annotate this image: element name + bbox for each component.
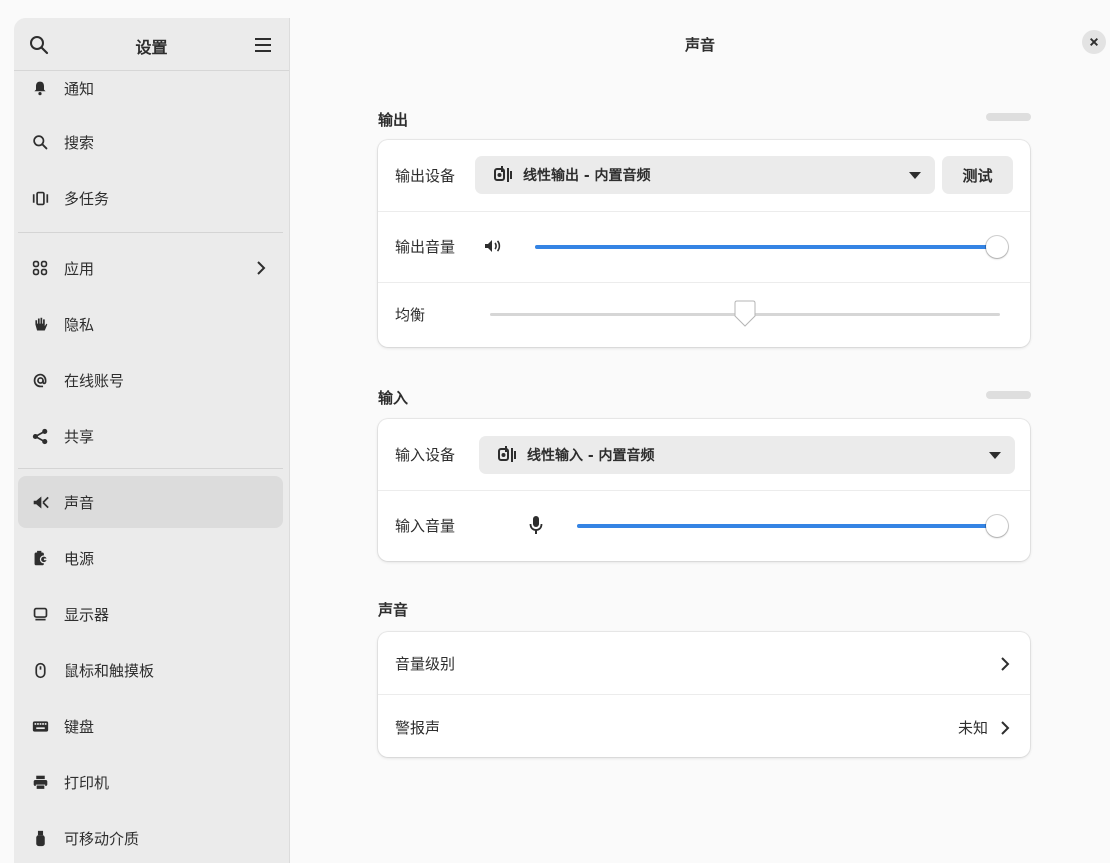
- volume-levels-row[interactable]: 音量级别: [378, 632, 1030, 694]
- chevron-right-icon: [257, 261, 266, 275]
- volume-levels-label: 音量级别: [395, 655, 456, 673]
- hand-icon: [30, 314, 50, 334]
- sidebar-item-displays[interactable]: 显示器: [18, 588, 283, 640]
- sidebar-item-label: 打印机: [64, 773, 110, 792]
- sidebar-item-privacy[interactable]: 隐私: [18, 298, 283, 350]
- output-device-label: 输出设备: [395, 167, 456, 185]
- input-section-title: 输入: [378, 389, 409, 407]
- sidebar-item-power[interactable]: 电源: [18, 532, 283, 584]
- balance-label: 均衡: [395, 306, 426, 324]
- keyboard-icon: [30, 716, 50, 736]
- close-button[interactable]: [1082, 30, 1106, 54]
- sidebar-item-notifications[interactable]: 通知: [18, 62, 283, 114]
- sounds-section-title: 声音: [378, 601, 409, 619]
- output-device-dropdown[interactable]: 线性输出 - 内置音频: [475, 156, 935, 194]
- input-device-dropdown[interactable]: 线性输入 - 内置音频: [479, 436, 1015, 474]
- sidebar-item-label: 在线账号: [64, 371, 125, 390]
- audio-jack-icon: [494, 166, 512, 182]
- at-sign-icon: [30, 370, 50, 390]
- input-device-value: 线性输入 - 内置音频: [527, 448, 655, 464]
- sidebar-item-apps[interactable]: 应用: [18, 242, 283, 294]
- close-icon: [1090, 38, 1098, 46]
- input-volume-row: 输入音量: [378, 491, 1030, 561]
- sidebar-item-label: 搜索: [64, 133, 95, 152]
- output-section-title: 输出: [378, 111, 409, 129]
- sidebar-item-label: 可移动介质: [64, 829, 140, 848]
- share-icon: [30, 426, 50, 446]
- alert-sound-row[interactable]: 警报声 未知: [378, 695, 1030, 757]
- usb-drive-icon: [30, 828, 50, 848]
- alert-sound-value: 未知: [958, 719, 989, 737]
- sounds-card: 音量级别 警报声 未知: [378, 632, 1030, 757]
- settings-window: 设置 通知 搜索 多任务 应用 隐私 在线账号 共享 声音 电源 显示器 鼠标和…: [0, 0, 1110, 863]
- sidebar-item-online-accounts[interactable]: 在线账号: [18, 354, 283, 406]
- battery-power-icon: [30, 548, 50, 568]
- sidebar-item-label: 键盘: [64, 717, 95, 736]
- sound-panel: 声音 输出 输出设备 线性输出 - 内置音频 测试 输出音量 均衡 输入 输入设…: [290, 18, 1110, 863]
- mouse-icon: [30, 660, 50, 680]
- microphone-icon: [529, 516, 543, 534]
- sidebar-item-label: 应用: [64, 259, 95, 278]
- sidebar-separator: [18, 468, 283, 469]
- input-volume-fill: [577, 524, 997, 528]
- sidebar-item-label: 显示器: [64, 605, 110, 624]
- speaker-volume-icon: [485, 240, 501, 252]
- sidebar-item-sound[interactable]: 声音: [18, 476, 283, 528]
- input-device-row: 输入设备 线性输入 - 内置音频: [378, 419, 1030, 490]
- sidebar-item-removable-media[interactable]: 可移动介质: [18, 812, 283, 863]
- balance-slider[interactable]: [733, 300, 757, 328]
- monitor-icon: [30, 604, 50, 624]
- sidebar-item-label: 电源: [64, 549, 95, 568]
- search-icon: [30, 132, 50, 152]
- dropdown-arrow-icon: [909, 172, 921, 179]
- printer-icon: [30, 772, 50, 792]
- sidebar-item-keyboard[interactable]: 键盘: [18, 700, 283, 752]
- sidebar-item-mouse-touchpad[interactable]: 鼠标和触摸板: [18, 644, 283, 696]
- sidebar-item-multitasking[interactable]: 多任务: [18, 172, 283, 224]
- apps-grid-icon: [30, 258, 50, 278]
- sidebar-title: 设置: [135, 38, 168, 57]
- output-device-row: 输出设备 线性输出 - 内置音频 测试: [378, 140, 1030, 211]
- sidebar-item-label: 通知: [64, 79, 95, 98]
- input-level-indicator: [986, 391, 1031, 399]
- test-button[interactable]: 测试: [942, 156, 1013, 194]
- alert-sound-label: 警报声: [395, 719, 441, 737]
- speaker-icon: [30, 492, 50, 512]
- input-card: 输入设备 线性输入 - 内置音频 输入音量: [378, 419, 1030, 561]
- output-volume-label: 输出音量: [395, 238, 456, 256]
- sidebar-item-printers[interactable]: 打印机: [18, 756, 283, 808]
- sidebar-item-label: 共享: [64, 427, 95, 446]
- input-device-label: 输入设备: [395, 446, 456, 464]
- sidebar-item-label: 鼠标和触摸板: [64, 661, 155, 680]
- chevron-right-icon: [1001, 657, 1010, 671]
- input-volume-slider[interactable]: [986, 515, 1008, 537]
- bell-icon: [30, 78, 50, 98]
- sidebar: 设置 通知 搜索 多任务 应用 隐私 在线账号 共享 声音 电源 显示器 鼠标和…: [14, 18, 290, 863]
- input-volume-label: 输入音量: [395, 517, 456, 535]
- output-volume-slider[interactable]: [986, 236, 1008, 258]
- sidebar-item-search[interactable]: 搜索: [18, 116, 283, 168]
- dropdown-arrow-icon: [989, 452, 1001, 459]
- output-volume-row: 输出音量: [378, 212, 1030, 282]
- hamburger-menu-icon[interactable]: [252, 34, 274, 56]
- sidebar-item-label: 声音: [64, 493, 95, 512]
- chevron-right-icon: [1001, 721, 1010, 735]
- multitasking-icon: [30, 188, 50, 208]
- output-card: 输出设备 线性输出 - 内置音频 测试 输出音量 均衡: [378, 140, 1030, 347]
- sidebar-separator: [18, 232, 283, 233]
- output-level-indicator: [986, 113, 1031, 121]
- sidebar-item-sharing[interactable]: 共享: [18, 410, 283, 462]
- sidebar-item-label: 隐私: [64, 315, 95, 334]
- audio-jack-icon: [498, 446, 516, 462]
- page-title: 声音: [684, 36, 715, 54]
- output-device-value: 线性输出 - 内置音频: [523, 168, 651, 184]
- sidebar-item-label: 多任务: [64, 189, 110, 208]
- balance-row: 均衡: [378, 283, 1030, 347]
- output-volume-fill: [535, 245, 997, 249]
